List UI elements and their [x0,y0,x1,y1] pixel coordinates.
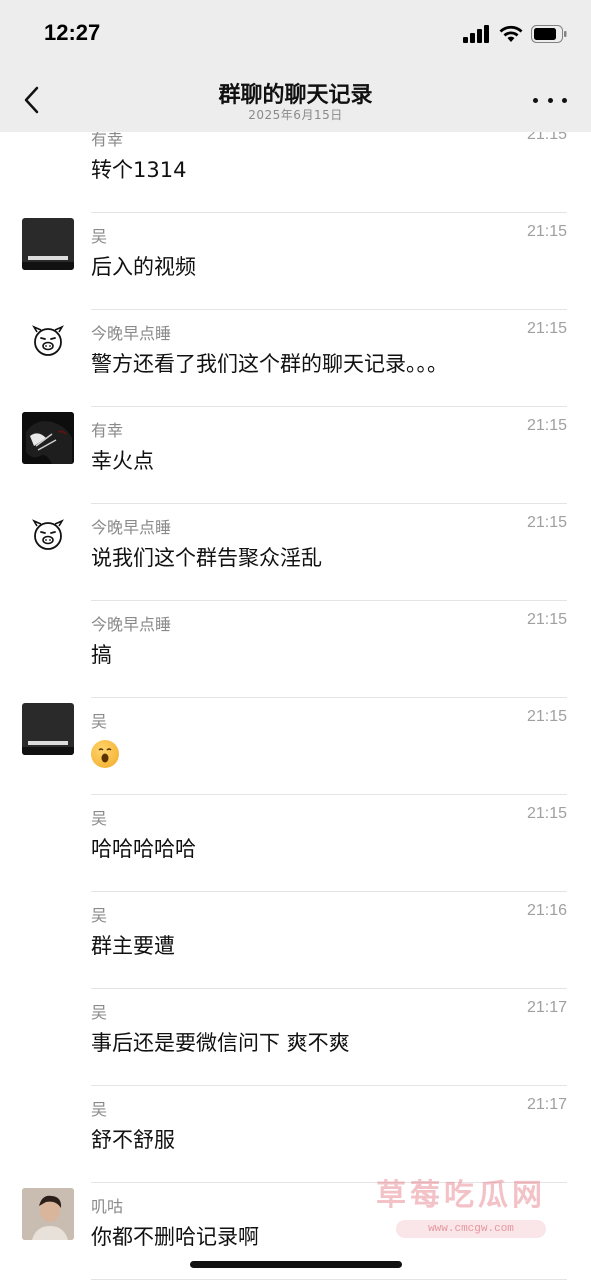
message-body: 吴 21:17 事后还是要微信问下 爽不爽 [91,989,567,1086]
message-row[interactable]: 今晚早点睡 21:15 警方还看了我们这个群的聊天记录。。。 [0,310,591,407]
message-body: 吴 21:17 舒不舒服 [91,1086,567,1183]
message-text: 转个1314 [91,158,187,182]
home-indicator[interactable] [190,1261,402,1268]
watermark-url: www.cmcgw.com [396,1220,546,1238]
message-row[interactable]: 吴 21:16 群主要遭 [0,892,591,989]
wifi-icon [499,25,523,42]
message-time: 21:17 [526,999,567,1016]
sender-name: 吴 [91,227,108,246]
more-options-button[interactable] [533,90,567,110]
status-icons [463,24,567,44]
message-body: 吴 21:15 [91,698,567,795]
sender-name: 今晚早点睡 [91,324,172,343]
message-text: 舒不舒服 [91,1128,175,1152]
pig-face-icon [32,325,64,356]
status-time: 12:27 [44,20,101,45]
chat-history-list[interactable]: 有幸 21:15 转个1314 吴 21:15 后入的视频 今晚早点睡 21:1… [0,132,591,1280]
message-text: 群主要遭 [91,934,175,958]
sender-name: 今晚早点睡 [91,518,172,537]
message-time: 21:15 [526,611,567,628]
message-text: 警方还看了我们这个群的聊天记录。。。 [91,352,448,376]
message-time: 21:15 [526,320,567,337]
avatar[interactable] [22,218,74,270]
message-text: 你都不删哈记录啊 [91,1225,259,1249]
message-body: 吴 21:15 哈哈哈哈哈 [91,795,567,892]
grimace-emoji-icon [91,740,119,768]
sender-name: 吴 [91,1100,108,1119]
message-time: 21:15 [526,223,567,240]
sender-name: 叽咕 [91,1197,124,1216]
message-body: 有幸 21:15 转个1314 [91,132,567,213]
message-text: 搞 [91,643,112,667]
message-body: 今晚早点睡 21:15 说我们这个群告聚众淫乱 [91,504,567,601]
pig-face-icon [32,519,64,550]
message-row[interactable]: 今晚早点睡 21:15 搞 [0,601,591,698]
message-text: 事后还是要微信问下 爽不爽 [91,1031,350,1055]
sender-name: 吴 [91,906,108,925]
avatar[interactable] [22,509,74,561]
message-text: 哈哈哈哈哈 [91,837,196,861]
message-row[interactable]: 吴 21:15 哈哈哈哈哈 [0,795,591,892]
nav-bar: 群聊的聊天记录 2025年6月15日 [0,68,591,132]
page-title: 群聊的聊天记录 [218,83,373,108]
avatar[interactable] [22,703,74,755]
message-time: 21:16 [526,902,567,919]
sender-name: 今晚早点睡 [91,615,172,634]
message-row[interactable]: 吴 21:17 舒不舒服 [0,1086,591,1183]
more-dot-icon [547,97,553,103]
avatar[interactable] [22,1188,74,1240]
message-time: 21:15 [526,132,567,143]
watermark-title: 草莓吃瓜网 [376,1178,546,1213]
message-time: 21:17 [526,1096,567,1113]
signal-icon [463,25,489,43]
watermark: 草莓吃瓜网 www.cmcgw.com [376,1170,576,1240]
message-body: 有幸 21:15 幸火点 [91,407,567,504]
page-date: 2025年6月15日 [248,108,343,122]
message-body: 今晚早点睡 21:15 搞 [91,601,567,698]
message-row[interactable]: 吴 21:15 后入的视频 [0,213,591,310]
sender-name: 吴 [91,712,108,731]
message-row[interactable]: 今晚早点睡 21:15 说我们这个群告聚众淫乱 [0,504,591,601]
battery-icon [531,25,567,43]
avatar[interactable] [22,315,74,367]
message-row[interactable]: 吴 21:17 事后还是要微信问下 爽不爽 [0,989,591,1086]
sender-name: 有幸 [91,132,124,149]
anime-character-icon [22,412,74,464]
avatar[interactable] [22,412,74,464]
sender-name: 吴 [91,1003,108,1022]
message-text: 后入的视频 [91,255,196,279]
person-photo-icon [22,1188,74,1240]
message-time: 21:15 [526,514,567,531]
message-body: 吴 21:15 后入的视频 [91,213,567,310]
message-body: 今晚早点睡 21:15 警方还看了我们这个群的聊天记录。。。 [91,310,567,407]
message-text: 幸火点 [91,449,154,473]
message-text: 说我们这个群告聚众淫乱 [91,546,322,570]
message-row[interactable]: 吴 21:15 [0,698,591,795]
message-body: 吴 21:16 群主要遭 [91,892,567,989]
message-time: 21:15 [526,417,567,434]
more-dot-icon [533,97,538,103]
message-time: 21:15 [526,805,567,822]
status-bar: 12:27 [0,0,591,68]
sender-name: 吴 [91,809,108,828]
more-dot-icon [562,97,567,103]
message-row[interactable]: 有幸 21:15 幸火点 [0,407,591,504]
message-time: 21:15 [526,708,567,725]
sender-name: 有幸 [91,421,124,440]
message-row[interactable]: 有幸 21:15 转个1314 [0,132,591,213]
